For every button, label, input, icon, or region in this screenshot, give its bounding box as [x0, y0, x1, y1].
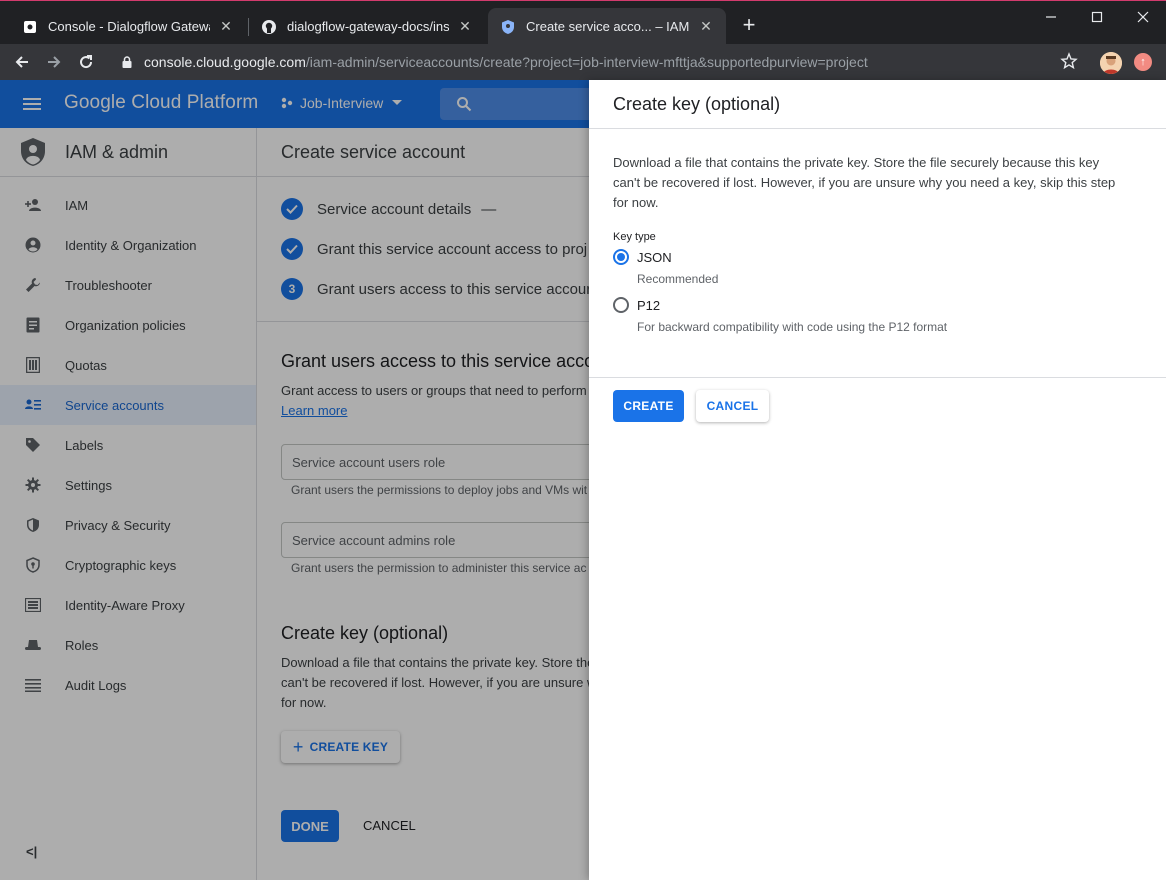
create-button[interactable]: CREATE [613, 390, 684, 422]
window-close-icon[interactable] [1120, 5, 1166, 29]
maximize-icon[interactable] [1074, 5, 1120, 29]
back-icon[interactable] [10, 50, 34, 74]
browser-tab-console[interactable]: Console - Dialogflow Gateway ✕ [10, 8, 246, 45]
tab-close-icon[interactable]: ✕ [457, 18, 473, 35]
key-type-label: Key type [613, 231, 656, 243]
extension-update-icon[interactable]: ↑ [1134, 53, 1152, 71]
tab-title: dialogflow-gateway-docs/installa [287, 19, 449, 34]
option-label: JSON [637, 249, 672, 265]
tab-title: Create service acco... – IAM & ad [526, 19, 690, 34]
divider [589, 128, 1166, 129]
forward-icon[interactable] [42, 50, 66, 74]
url-host: console.cloud.google.com [144, 54, 306, 70]
url-path: /iam-admin/serviceaccounts/create?projec… [305, 54, 868, 70]
browser-tabstrip: Console - Dialogflow Gateway ✕ dialogflo… [0, 0, 1166, 45]
tab-close-icon[interactable]: ✕ [698, 18, 714, 35]
tab-title: Console - Dialogflow Gateway [48, 19, 210, 34]
new-tab-icon[interactable]: + [738, 14, 760, 37]
tab-close-icon[interactable]: ✕ [218, 18, 234, 35]
option-sublabel: Recommended [637, 272, 719, 286]
bookmark-star-icon[interactable] [1060, 52, 1080, 72]
browser-tab-iam[interactable]: Create service acco... – IAM & ad ✕ [488, 8, 726, 45]
dialogflow-favicon-icon [22, 19, 38, 35]
option-label: P12 [637, 297, 661, 313]
reload-icon[interactable] [74, 50, 98, 74]
iam-shield-favicon-icon [500, 19, 516, 35]
profile-avatar[interactable] [1100, 52, 1122, 74]
panel-description: Download a file that contains the privat… [613, 155, 1116, 210]
browser-tab-github[interactable]: dialogflow-gateway-docs/installa ✕ [249, 8, 485, 45]
lock-icon [122, 56, 132, 68]
radio-selected-icon[interactable] [613, 249, 629, 265]
divider [589, 377, 1166, 378]
minimize-icon[interactable] [1028, 5, 1074, 29]
github-favicon-icon [261, 19, 277, 35]
option-sublabel: For backward compatibility with code usi… [637, 320, 948, 334]
key-type-json-option[interactable]: JSON [613, 249, 672, 265]
modal-scrim[interactable] [0, 80, 589, 880]
panel-cancel-button[interactable]: CANCEL [696, 390, 769, 422]
browser-toolbar: console.cloud.google.com/iam-admin/servi… [0, 44, 1166, 80]
address-bar[interactable]: console.cloud.google.com/iam-admin/servi… [110, 47, 1090, 77]
panel-title: Create key (optional) [613, 94, 781, 114]
create-key-panel: Create key (optional) Download a file th… [589, 80, 1166, 880]
key-type-p12-option[interactable]: P12 [613, 297, 660, 313]
radio-unselected-icon[interactable] [613, 297, 629, 313]
